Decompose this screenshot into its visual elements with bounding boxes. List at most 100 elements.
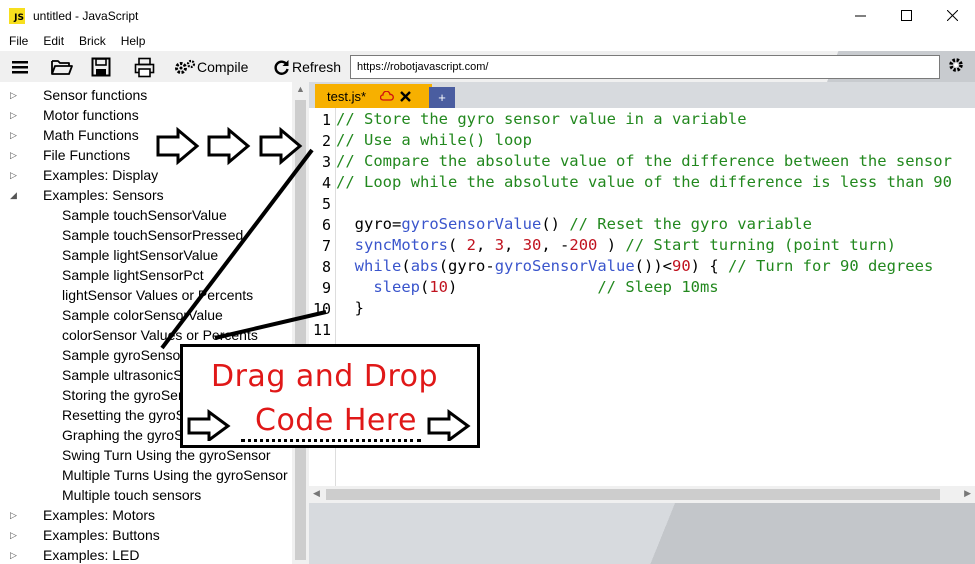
tree-label: Sample lightSensorPct [62, 267, 204, 283]
tree-item[interactable]: Multiple Turns Using the gyroSensor [0, 465, 292, 485]
code-token: 30 [522, 236, 542, 254]
collapsed-arrow-icon[interactable]: ▷ [10, 105, 17, 125]
tree-category[interactable]: ▷ Examples: Motors [0, 505, 292, 525]
tree-scroll-thumb[interactable] [295, 100, 306, 560]
tree-label: Examples: Motors [43, 507, 156, 523]
code-token: () [541, 215, 570, 233]
collapsed-arrow-icon[interactable]: ▷ [10, 165, 17, 185]
print-button[interactable] [134, 55, 155, 79]
toolbar: Compile Refresh [0, 51, 975, 82]
gears-icon [175, 59, 196, 74]
tab-label: test.js* [327, 88, 367, 104]
tree-label: lightSensor Values or Percents [62, 287, 254, 303]
arrow-right-icon [187, 409, 231, 441]
line-number: 2 [321, 132, 331, 150]
tree-label: Multiple Turns Using the gyroSensor [62, 467, 288, 483]
tree-item[interactable]: lightSensor Values or Percents [0, 285, 292, 305]
line-number: 10 [312, 300, 331, 318]
maximize-button[interactable] [883, 0, 929, 31]
collapsed-arrow-icon[interactable]: ▷ [10, 125, 17, 145]
code-line: } [336, 298, 364, 319]
scroll-left-icon[interactable]: ◀ [313, 488, 320, 499]
cloud-icon [380, 91, 394, 101]
settings-button[interactable] [948, 57, 964, 78]
code-token: ( [401, 257, 411, 275]
menu-brick[interactable]: Brick [79, 34, 106, 48]
refresh-label: Refresh [292, 59, 342, 75]
tree-scrollbar[interactable]: ▲ [292, 82, 309, 564]
tree-item[interactable]: Sample lightSensorValue [0, 245, 292, 265]
function-tree: ▷ Sensor functions ▷ Motor functions ▷ Math F… [0, 82, 292, 564]
minimize-button[interactable] [837, 0, 883, 31]
tree-category[interactable]: ▷ Sensor functions [0, 85, 292, 105]
save-icon [91, 57, 111, 77]
menu-edit[interactable]: Edit [43, 34, 64, 48]
code-token: while [354, 257, 402, 275]
tree-category[interactable]: ▷ Motor functions [0, 105, 292, 125]
code-token: // Store the gyro sensor value in a vari… [336, 110, 747, 128]
hamburger-menu-button[interactable] [12, 55, 28, 79]
tab-close-icon[interactable] [400, 90, 411, 102]
line-number: 11 [312, 321, 331, 339]
menu-help[interactable]: Help [121, 34, 146, 48]
new-tab-button[interactable]: + [429, 87, 455, 108]
open-button[interactable] [51, 55, 73, 79]
tab-test-js[interactable]: test.js* [315, 84, 432, 108]
empty-panel-background [309, 503, 975, 564]
tree-category[interactable]: ▷ Examples: LED [0, 545, 292, 564]
tree-label: Math Functions [43, 127, 139, 143]
collapsed-arrow-icon[interactable]: ▷ [10, 525, 17, 545]
tree-category[interactable]: ▷ Examples: Buttons [0, 525, 292, 545]
menu-file[interactable]: File [9, 34, 28, 48]
tree-category[interactable]: ▷ Examples: Display [0, 165, 292, 185]
editor-scroll-thumb[interactable] [326, 489, 940, 500]
code-token: // Loop while the absolute value of the … [336, 173, 952, 191]
tree-category[interactable]: ▷ Math Functions [0, 125, 292, 145]
tree-label: Motor functions [43, 107, 139, 123]
collapsed-arrow-icon[interactable]: ▷ [10, 545, 17, 564]
tree-item[interactable]: Sample touchSensorPressed [0, 225, 292, 245]
line-number: 7 [321, 237, 331, 255]
gear-icon [949, 58, 963, 72]
tree-category[interactable]: ▷ File Functions [0, 145, 292, 165]
tree-item[interactable]: Sample colorSensorValue [0, 305, 292, 325]
line-number: 5 [321, 195, 331, 213]
editor-horizontal-scrollbar[interactable]: ◀ ▶ [309, 486, 975, 503]
collapsed-arrow-icon[interactable]: ▷ [10, 85, 17, 105]
tree-category[interactable]: ◢ Examples: Sensors [0, 185, 292, 205]
save-button[interactable] [91, 55, 111, 79]
tree-label: File Functions [43, 147, 131, 163]
tree-label: Sample colorSensorValue [62, 307, 223, 323]
code-token: gyro= [336, 215, 402, 233]
code-line: // Store the gyro sensor value in a vari… [336, 109, 747, 130]
minimize-icon [854, 15, 866, 17]
refresh-button[interactable]: Refresh [273, 55, 341, 79]
scroll-right-icon[interactable]: ▶ [964, 488, 971, 499]
code-line: // Loop while the absolute value of the … [336, 172, 952, 193]
code-token: ( [420, 278, 430, 296]
url-input[interactable] [350, 55, 940, 79]
tree-item[interactable]: colorSensor Values or Percents [0, 325, 292, 345]
compile-button[interactable]: Compile [174, 55, 248, 79]
tree-label: Examples: Buttons [43, 527, 160, 543]
collapsed-arrow-icon[interactable]: ▷ [10, 505, 17, 525]
tree-label: Sensor functions [43, 87, 148, 103]
line-number: 3 [321, 153, 331, 171]
tree-item[interactable]: Swing Turn Using the gyroSensor [0, 445, 292, 465]
code-token: // Use a while() loop [336, 131, 532, 149]
code-token: gyroSensorValue [494, 257, 635, 275]
tree-item[interactable]: Sample lightSensorPct [0, 265, 292, 285]
app-icon: JS [9, 7, 25, 24]
tree-item[interactable]: Sample touchSensorValue [0, 205, 292, 225]
title-bar: JS untitled - JavaScript [0, 0, 975, 31]
code-token: , - [541, 236, 570, 254]
tree-label: Multiple touch sensors [62, 487, 202, 503]
scroll-up-icon[interactable]: ▲ [296, 84, 305, 94]
code-token: // Sleep 10ms [597, 278, 719, 296]
printer-icon [134, 57, 155, 77]
close-button[interactable] [929, 0, 975, 31]
tree-item[interactable]: Multiple touch sensors [0, 485, 292, 505]
collapsed-arrow-icon[interactable]: ▷ [10, 145, 17, 165]
expanded-arrow-icon[interactable]: ◢ [10, 185, 17, 205]
